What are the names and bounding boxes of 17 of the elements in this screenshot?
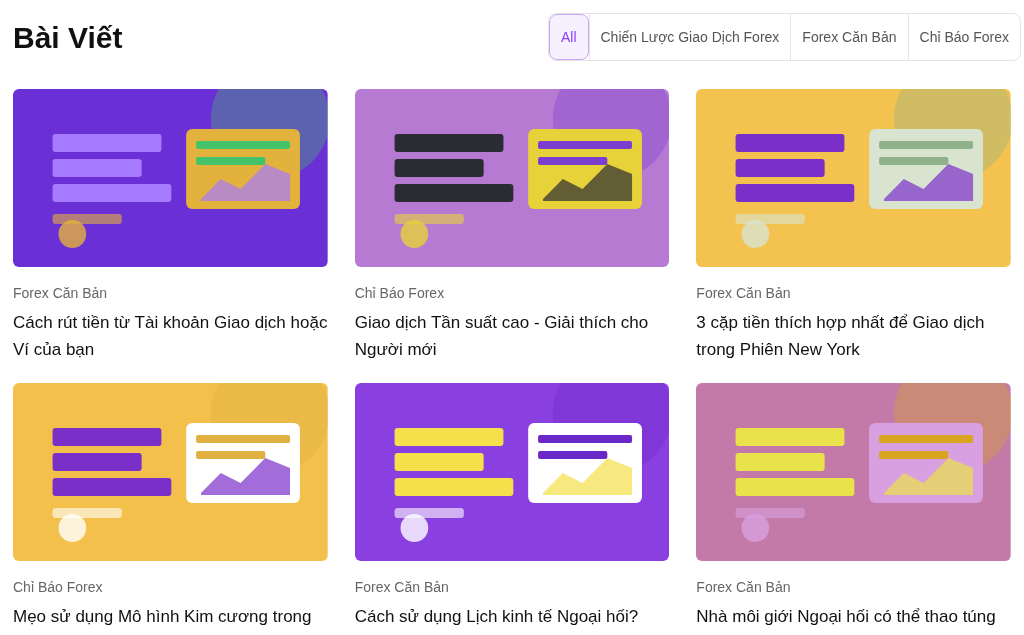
article-category: Forex Căn Bản (696, 284, 792, 303)
article-category: Chỉ Báo Forex (354, 284, 446, 303)
category-tab[interactable]: Forex Căn Bản (790, 14, 908, 60)
article-category: Forex Căn Bản (354, 578, 450, 597)
article-title[interactable]: Giao dịch Tần suất cao - Giải thích cho Người mới (354, 309, 670, 363)
page-title: Bài Viết (13, 19, 123, 56)
article-title[interactable]: 3 cặp tiền thích hợp nhất để Giao dịch trong Phiên New York (696, 309, 1011, 363)
article-category: Chỉ Báo Forex (13, 578, 104, 597)
article-category: Forex Căn Bản (696, 578, 792, 597)
article-title[interactable]: Cách rút tiền từ Tài khoản Giao dịch hoặc Ví của bạn (13, 309, 328, 363)
article-title[interactable]: Mẹo sử dụng Mô hình Kim cương trong (13, 603, 328, 635)
category-tab[interactable]: All (548, 14, 589, 60)
article-title[interactable]: Cách sử dụng Lịch kinh tế Ngoại hối? (354, 603, 670, 635)
category-tab[interactable]: Chiến Lược Giao Dịch Forex (588, 14, 791, 60)
category-tab[interactable]: Chỉ Báo Forex (907, 14, 1020, 60)
article-category: Forex Căn Bản (13, 284, 109, 303)
article-title[interactable]: Nhà môi giới Ngoại hối có thể thao túng (696, 603, 1011, 635)
